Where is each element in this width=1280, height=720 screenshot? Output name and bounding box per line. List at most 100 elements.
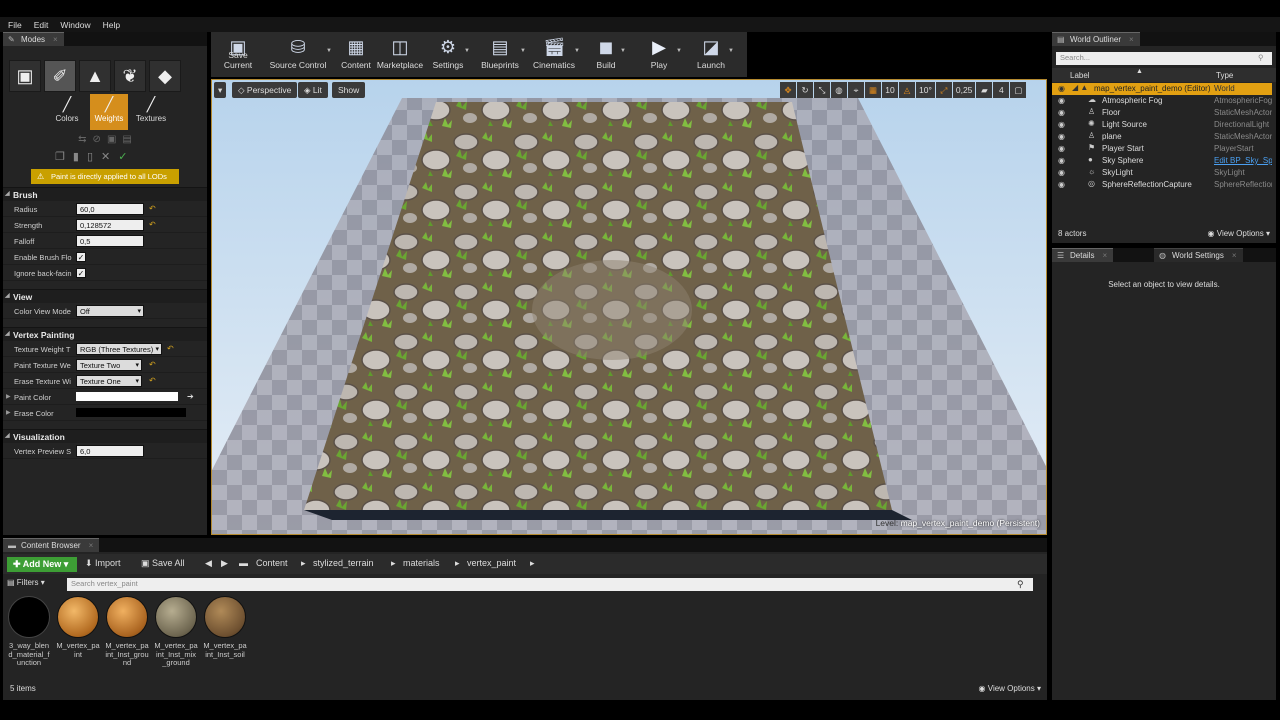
expand-icon[interactable]: ▶ [6,393,11,400]
menu-edit[interactable]: Edit [34,20,49,30]
menu-window[interactable]: Window [60,20,90,30]
breadcrumb-materials[interactable]: materials [403,558,440,568]
import-icon[interactable]: ▤ [122,134,131,145]
save-all-button[interactable]: ▣ Save All [141,558,185,569]
lit-button[interactable]: ◈ Lit [298,82,328,98]
enable-flow-checkbox[interactable]: ✓ [76,252,86,262]
asset-tile[interactable]: 3_way_blend_material_function [7,596,51,668]
eye-icon[interactable]: ◉ [1058,156,1065,165]
chevron-down-icon[interactable]: ▼ [464,48,470,54]
world-icon[interactable]: ◍ [831,82,847,98]
outliner-search-input[interactable]: Search... [1056,52,1272,65]
eye-icon[interactable]: ◉ [1058,84,1065,93]
back-arrow-icon[interactable]: ◀ [205,558,212,569]
scale-icon[interactable]: ⤡ [814,82,830,98]
outliner-row[interactable]: ◉ ☁ Atmospheric Fog AtmosphericFog [1052,95,1272,107]
eye-icon[interactable]: ◉ [1058,120,1065,129]
fill-icon[interactable]: ⊘ [93,134,101,145]
paint-tab-weights[interactable]: ╱ Weights [90,94,128,130]
geometry-mode-icon[interactable]: ◆ [149,60,181,92]
foliage-mode-icon[interactable]: ❦ [114,60,146,92]
eye-icon[interactable]: ◉ [1058,168,1065,177]
menu-file[interactable]: File [8,20,22,30]
outliner-row[interactable]: ◉ ◎ SphereReflectionCapture SphereReflectio… [1052,179,1272,191]
close-icon[interactable]: × [1102,251,1107,260]
camera-speed-icon[interactable]: ▰ [976,82,993,98]
column-type[interactable]: Type [1216,71,1233,80]
reset-icon[interactable]: ↶ [149,360,156,369]
chevron-down-icon[interactable]: ▼ [676,48,682,54]
propagate-icon[interactable]: ▣ [107,134,116,145]
weight-type-dropdown[interactable]: RGB (Three Textures) [76,343,162,355]
marketplace-button[interactable]: ◫ Marketplace [376,32,424,77]
outliner-row[interactable]: ◉ ♙ plane StaticMeshActor [1052,131,1272,143]
expand-icon[interactable]: ▶ [6,409,11,416]
copy-icon[interactable]: ❐ [55,150,65,163]
reset-icon[interactable]: ↶ [149,376,156,385]
close-icon[interactable]: × [1232,251,1237,260]
outliner-row[interactable]: ◉ ⚑ Player Start PlayerStart [1052,143,1272,155]
reset-icon[interactable]: ↶ [149,204,156,213]
grid-snap-value[interactable]: 10 [882,82,898,98]
menu-help[interactable]: Help [103,20,120,30]
launch-button[interactable]: ◪ Launch ▼ [691,32,734,77]
add-new-button[interactable]: ✚ Add New ▾ [7,557,77,572]
tab-modes[interactable]: ✎ Modes × [3,32,64,46]
eye-icon[interactable]: ◉ [1058,180,1065,189]
falloff-input[interactable]: 0,5 [76,235,144,247]
eye-icon[interactable]: ◉ [1058,144,1065,153]
content-search-input[interactable]: Search vertex_paint [67,578,1033,591]
ignore-backface-checkbox[interactable]: ✓ [76,268,86,278]
maximize-icon[interactable]: ▢ [1010,82,1027,98]
paint-mode-icon[interactable]: ✐ [44,60,76,92]
chevron-down-icon[interactable]: ▼ [728,48,734,54]
breadcrumb-vertex-paint[interactable]: vertex_paint [467,558,516,568]
strength-input[interactable]: 0,128572 [76,219,144,231]
chevron-down-icon[interactable]: ▼ [620,48,626,54]
eye-icon[interactable]: ◉ [1058,132,1065,141]
content-view-options[interactable]: ◉ View Options ▾ [979,684,1041,693]
viewport-options-button[interactable]: ▾ [214,82,227,98]
paste-icon[interactable]: ▮ [73,150,79,163]
rotate-icon[interactable]: ↻ [797,82,813,98]
vertex-preview-input[interactable]: 6,0 [76,445,144,457]
swap-icon[interactable]: ⇆ [78,134,86,145]
paint-tab-colors[interactable]: ╱ Colors [48,94,86,130]
edit-blueprint-link[interactable]: Edit BP_Sky_Sp [1214,156,1272,165]
sort-icon[interactable]: ▲ [1136,68,1143,75]
outliner-view-options[interactable]: ◉ View Options ▾ [1208,229,1270,238]
show-button[interactable]: Show [332,82,366,98]
content-button[interactable]: ▦ Content [337,32,375,77]
paint-color-swatch[interactable] [76,392,178,401]
outliner-row[interactable]: ◉ ♙ Floor StaticMeshActor [1052,107,1272,119]
settings-button[interactable]: ⚙ Settings ▼ [429,32,470,77]
chevron-down-icon[interactable]: ▼ [574,48,580,54]
breadcrumb-stylized-terrain[interactable]: stylized_terrain [313,558,374,568]
terrain-scene[interactable] [212,80,1047,535]
arrow-right-icon[interactable]: ➔ [187,392,194,401]
section-vertex-painting[interactable]: Vertex Painting [3,327,207,341]
blueprints-button[interactable]: ▤ Blueprints ▼ [477,32,526,77]
eye-icon[interactable]: ◉ [1058,96,1065,105]
landscape-mode-icon[interactable]: ▲ [79,60,111,92]
source-control-button[interactable]: ⛁ Source Control ▼ [267,32,332,77]
eye-icon[interactable]: ◉ [1058,108,1065,117]
breadcrumb-content[interactable]: Content [256,558,288,568]
delete-icon[interactable]: ▯ [87,150,93,163]
outliner-row[interactable]: ◉ ✺ Light Source DirectionalLight [1052,119,1272,131]
rotation-snap-value[interactable]: 10° [916,82,935,98]
asset-tile[interactable]: M_vertex_paint [56,596,100,659]
grid-snap-icon[interactable]: ▦ [865,82,881,98]
column-label[interactable]: Label [1070,71,1090,80]
cinematics-button[interactable]: 🎬︎ Cinematics ▼ [531,32,580,77]
reset-icon[interactable]: ↶ [167,344,174,353]
close-icon[interactable]: × [89,541,94,550]
color-view-dropdown[interactable]: Off [76,305,144,317]
surface-snap-icon[interactable]: ⌖ [848,82,864,98]
erase-color-swatch[interactable] [76,408,186,417]
forward-arrow-icon[interactable]: ▶ [221,558,228,569]
level-viewport[interactable]: ▾ ◇ Perspective ◈ Lit Show ✥ ↻ ⤡ ◍ ⌖ ▦ 1… [211,79,1047,535]
chevron-down-icon[interactable]: ▼ [326,48,332,54]
camera-speed-value[interactable]: 4 [993,82,1010,98]
tab-world-settings[interactable]: ◍ World Settings × [1154,248,1243,262]
